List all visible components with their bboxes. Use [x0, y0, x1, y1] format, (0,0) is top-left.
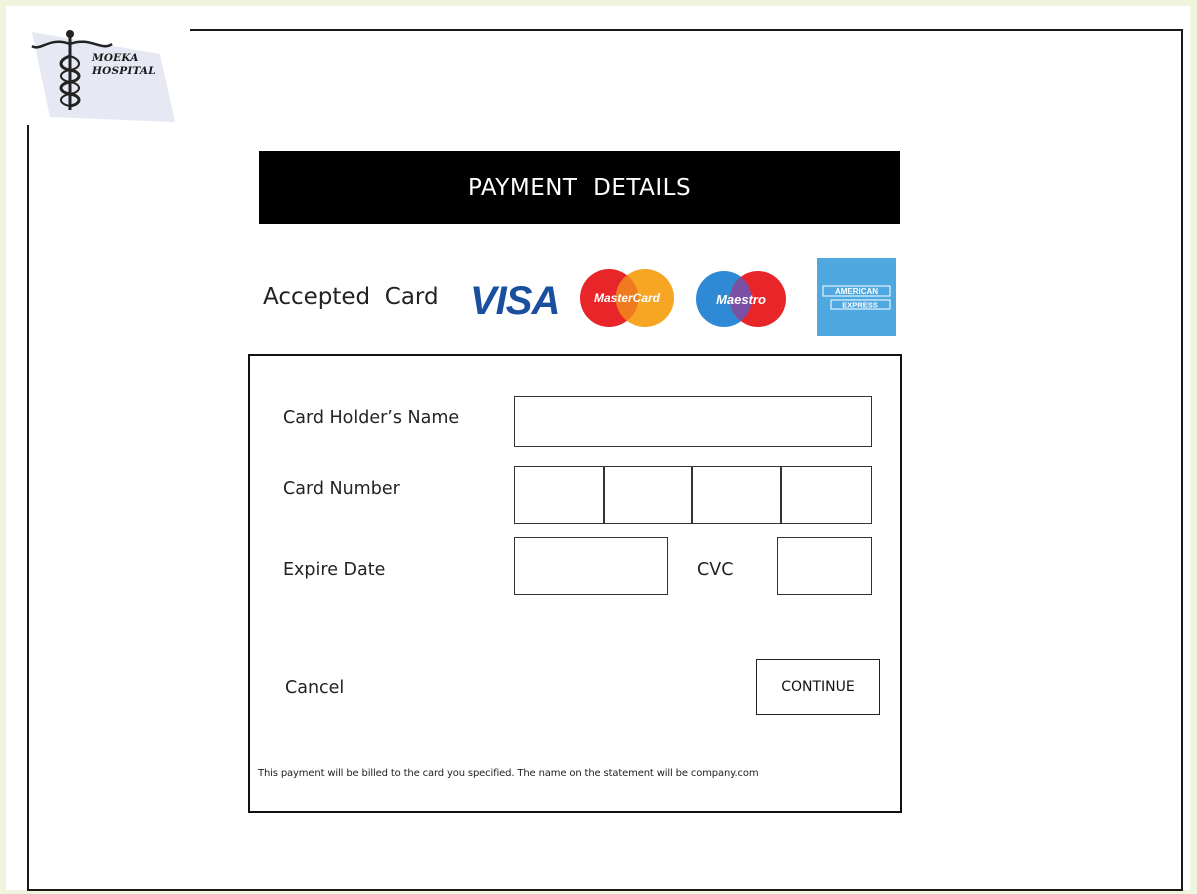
payment-details-header: PAYMENT DETAILS [259, 151, 900, 224]
svg-text:Maestro: Maestro [716, 292, 766, 307]
hospital-logo: MOEKA HOSPITAL [30, 22, 190, 122]
maestro-icon: Maestro [696, 271, 786, 327]
frame-border-right [1181, 29, 1183, 891]
frame-border-bottom [27, 889, 1183, 891]
card-number-segment-4[interactable] [781, 467, 870, 523]
visa-icon: VISA [470, 279, 560, 323]
card-number-segment-1[interactable] [515, 467, 603, 523]
accepted-card-label: Accepted Card [263, 284, 439, 310]
card-holder-name-label: Card Holder’s Name [283, 408, 460, 428]
expire-date-input[interactable] [514, 537, 668, 595]
continue-button[interactable]: CONTINUE [756, 659, 880, 715]
cancel-button[interactable]: Cancel [285, 678, 344, 698]
card-number-input [514, 466, 872, 524]
billing-notice: This payment will be billed to the card … [258, 768, 759, 779]
logo-line-1: MOEKA [92, 52, 139, 64]
card-number-label: Card Number [283, 479, 400, 499]
expire-date-label: Expire Date [283, 560, 386, 580]
amex-icon: AMERICAN EXPRESS [817, 258, 896, 336]
card-number-segment-3[interactable] [692, 467, 780, 523]
card-holder-name-input[interactable] [514, 396, 872, 447]
card-number-segment-2[interactable] [604, 467, 691, 523]
logo-text: MOEKA HOSPITAL [92, 52, 156, 78]
page-title: PAYMENT DETAILS [467, 174, 692, 201]
svg-text:EXPRESS: EXPRESS [842, 301, 877, 310]
payment-form: Card Holder’s Name Card Number Expire Da… [248, 354, 902, 813]
svg-text:AMERICAN: AMERICAN [835, 287, 878, 296]
logo-line-2: HOSPITAL [92, 65, 156, 77]
frame-border-left [27, 125, 29, 891]
frame-border-top [190, 29, 1183, 31]
mastercard-icon: MasterCard [580, 269, 674, 327]
cvc-input[interactable] [777, 537, 872, 595]
svg-text:MasterCard: MasterCard [594, 291, 661, 305]
cvc-label: CVC [697, 560, 734, 580]
